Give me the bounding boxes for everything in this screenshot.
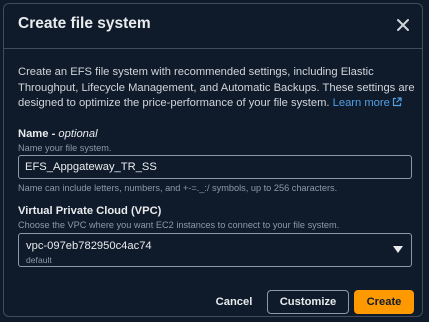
vpc-select[interactable]: vpc-097eb782950c4ac74 default [18, 233, 412, 267]
learn-more-link[interactable]: Learn more [333, 97, 402, 109]
dialog-description: Create an EFS file system with recommend… [18, 65, 416, 112]
name-input[interactable] [18, 155, 412, 179]
learn-more-label: Learn more [332, 97, 390, 109]
caret-down-icon [393, 246, 403, 253]
name-field-hint: Name your file system. [18, 143, 112, 153]
name-field-label: Name - optional [18, 128, 98, 140]
create-file-system-dialog: Create file system Create an EFS file sy… [3, 3, 423, 317]
dialog-title: Create file system [18, 15, 151, 32]
optional-label: optional [58, 128, 98, 140]
external-link-icon [392, 97, 402, 107]
vpc-selected-subtext: default [26, 255, 52, 265]
vpc-field-label: Virtual Private Cloud (VPC) [18, 205, 162, 217]
name-constraint-text: Name can include letters, numbers, and +… [18, 183, 338, 193]
name-label-text: Name - [18, 128, 59, 140]
cancel-button[interactable]: Cancel [210, 290, 258, 314]
customize-button[interactable]: Customize [267, 290, 349, 314]
create-button[interactable]: Create [354, 290, 414, 314]
vpc-selected-value: vpc-097eb782950c4ac74 [26, 240, 152, 252]
dialog-header: Create file system [4, 4, 422, 49]
vpc-field-hint: Choose the VPC where you want EC2 instan… [18, 220, 340, 230]
close-icon[interactable] [394, 16, 412, 34]
